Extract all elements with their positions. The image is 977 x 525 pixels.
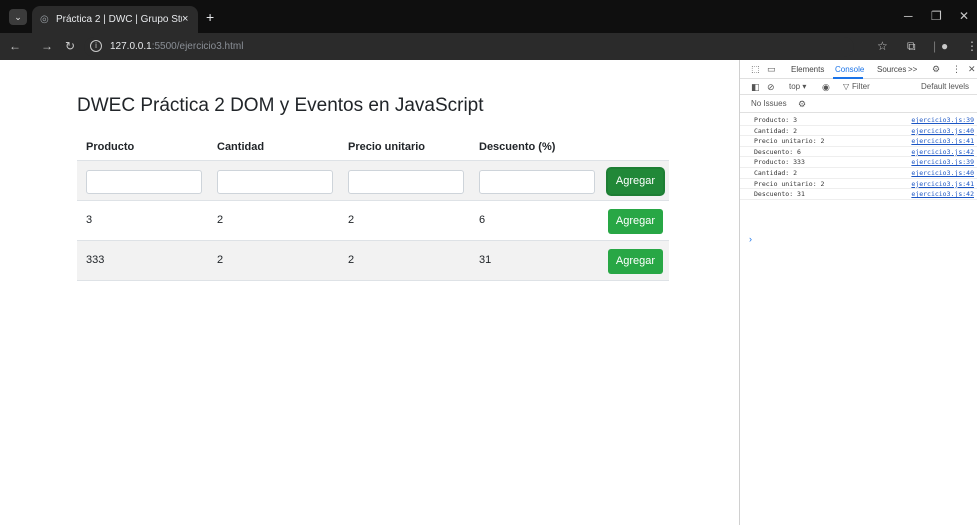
header-precio-unitario: Precio unitario (348, 141, 426, 153)
more-menu-icon[interactable]: ⋮ (966, 40, 977, 53)
log-source-link[interactable]: ejercicio3.js:42 (911, 148, 974, 156)
restore-icon[interactable]: ❐ (931, 10, 942, 22)
agregar-button[interactable]: Agregar (608, 169, 663, 194)
tab-search-icon[interactable]: ⌄ (9, 9, 27, 25)
log-text: Cantidad: 2 (754, 126, 798, 135)
context-selector[interactable]: top ▾ (789, 82, 806, 92)
log-text: Producto: 3 (754, 116, 798, 124)
header-cantidad: Cantidad (217, 141, 265, 153)
tab-title: Práctica 2 | DWC | Grupo Studi (56, 14, 182, 25)
tab-console[interactable]: Console (835, 65, 864, 75)
devtools-panel: ⬚ ▭ Elements Console Sources >> ⚙ ⋮ ✕ ◧ … (739, 60, 977, 525)
cell-precio: 2 (348, 214, 355, 226)
page-content: DWEC Práctica 2 DOM y Eventos en JavaScr… (0, 60, 739, 525)
tab-elements[interactable]: Elements (791, 65, 824, 75)
site-info-icon[interactable]: i (90, 40, 102, 52)
log-source-link[interactable]: ejercicio3.js:40 (911, 169, 974, 177)
cell-producto: 3 (86, 214, 93, 226)
more-tabs-button[interactable]: >> (908, 65, 917, 75)
agregar-button[interactable]: Agregar (608, 209, 663, 234)
settings-gear-icon[interactable]: ⚙ (932, 64, 940, 74)
precio-unitario-input[interactable] (348, 170, 464, 194)
header-producto: Producto (86, 141, 135, 153)
console-message: Cantidad: 2 ejercicio3.js:40 (740, 168, 977, 179)
live-expression-eye-icon[interactable]: ◉ (822, 82, 830, 92)
log-levels-dropdown[interactable]: Default levels (921, 82, 969, 92)
toolbar-divider: | (933, 39, 937, 53)
url-text[interactable]: 127.0.0.1:5500/ejercicio3.html (110, 40, 243, 53)
products-table: Producto Cantidad Precio unitario Descue… (77, 135, 669, 281)
extensions-icon[interactable]: ⧉ (907, 40, 916, 53)
log-source-link[interactable]: ejercicio3.js:40 (911, 127, 974, 135)
browser-tab[interactable]: ◎ Práctica 2 | DWC | Grupo Studi × (32, 6, 198, 33)
console-toolbar: ◧ ⊘ top ▾ ◉ ▽ Filter Default levels (740, 79, 977, 95)
close-window-icon[interactable]: ✕ (959, 10, 969, 22)
descuento-input[interactable] (479, 170, 595, 194)
table-row: 333 2 2 31 Agregar (77, 241, 669, 281)
cell-producto: 333 (86, 254, 105, 266)
header-descuento: Descuento (%) (479, 141, 556, 153)
table-header: Producto Cantidad Precio unitario Descue… (77, 135, 669, 161)
console-message: Precio unitario: 2 ejercicio3.js:41 (740, 136, 977, 147)
clear-console-icon[interactable]: ⊘ (767, 82, 775, 92)
log-text: Precio unitario: 2 (754, 137, 825, 146)
cell-cantidad: 2 (217, 214, 224, 226)
log-source-link[interactable]: ejercicio3.js:42 (911, 190, 974, 198)
console-message: Precio unitario: 2 ejercicio3.js:41 (740, 179, 977, 190)
page-title: DWEC Práctica 2 DOM y Eventos en JavaScr… (77, 95, 484, 116)
log-source-link[interactable]: ejercicio3.js:41 (911, 180, 974, 188)
cell-descuento: 31 (479, 254, 492, 266)
console-message: Cantidad: 2 ejercicio3.js:40 (740, 126, 977, 137)
input-row: Agregar (77, 161, 669, 201)
reload-icon[interactable]: ↻ (65, 39, 75, 53)
console-message: Descuento: 31 ejercicio3.js:42 (740, 189, 977, 200)
log-text: Descuento: 31 (754, 190, 805, 199)
log-source-link[interactable]: ejercicio3.js:41 (911, 137, 974, 145)
browser-toolbar: ← → ↻ i 127.0.0.1:5500/ejercicio3.html ☆… (0, 33, 977, 60)
agregar-button[interactable]: Agregar (608, 249, 663, 274)
console-settings-icon[interactable]: ⚙ (798, 99, 806, 109)
forward-icon[interactable]: → (41, 39, 53, 53)
cantidad-input[interactable] (217, 170, 333, 194)
globe-icon: ◎ (40, 14, 49, 25)
tab-sources[interactable]: Sources (877, 65, 906, 75)
device-toolbar-icon[interactable]: ▭ (767, 64, 776, 74)
minimize-icon[interactable]: ─ (904, 10, 913, 22)
log-text: Descuento: 6 (754, 147, 801, 156)
issues-count[interactable]: No Issues (751, 99, 787, 109)
bookmark-star-icon[interactable]: ☆ (877, 40, 888, 53)
log-text: Precio unitario: 2 (754, 179, 825, 188)
producto-input[interactable] (86, 170, 202, 194)
cell-descuento: 6 (479, 214, 486, 226)
log-source-link[interactable]: ejercicio3.js:39 (911, 158, 974, 166)
console-prompt-icon[interactable]: › (749, 234, 752, 244)
console-output: Producto: 3 ejercicio3.js:39 Cantidad: 2… (740, 115, 977, 200)
sidebar-toggle-icon[interactable]: ◧ (751, 82, 760, 92)
console-message: Producto: 3 ejercicio3.js:39 (740, 115, 977, 126)
devtools-close-icon[interactable]: ✕ (968, 64, 976, 74)
cell-cantidad: 2 (217, 254, 224, 266)
devtools-tab-bar: ⬚ ▭ Elements Console Sources >> ⚙ ⋮ ✕ (740, 60, 977, 79)
new-tab-button[interactable]: + (206, 10, 214, 24)
log-text: Producto: 333 (754, 158, 805, 167)
filter-input[interactable]: Filter (852, 82, 870, 92)
filter-icon: ▽ (843, 82, 850, 91)
log-text: Cantidad: 2 (754, 168, 798, 177)
console-message: Descuento: 6 ejercicio3.js:42 (740, 147, 977, 158)
table-row: 3 2 2 6 Agregar (77, 201, 669, 241)
console-message: Producto: 333 ejercicio3.js:39 (740, 157, 977, 168)
tab-close-icon[interactable]: × (182, 13, 188, 25)
profile-avatar-icon[interactable]: ● (941, 40, 948, 53)
back-icon[interactable]: ← (9, 39, 21, 53)
log-source-link[interactable]: ejercicio3.js:39 (911, 116, 974, 124)
browser-tab-bar: ⌄ ◎ Práctica 2 | DWC | Grupo Studi × + ─… (0, 0, 977, 33)
inspect-element-icon[interactable]: ⬚ (751, 64, 760, 74)
devtools-menu-icon[interactable]: ⋮ (952, 64, 961, 74)
cell-precio: 2 (348, 254, 355, 266)
issues-bar: No Issues ⚙ (740, 95, 977, 113)
